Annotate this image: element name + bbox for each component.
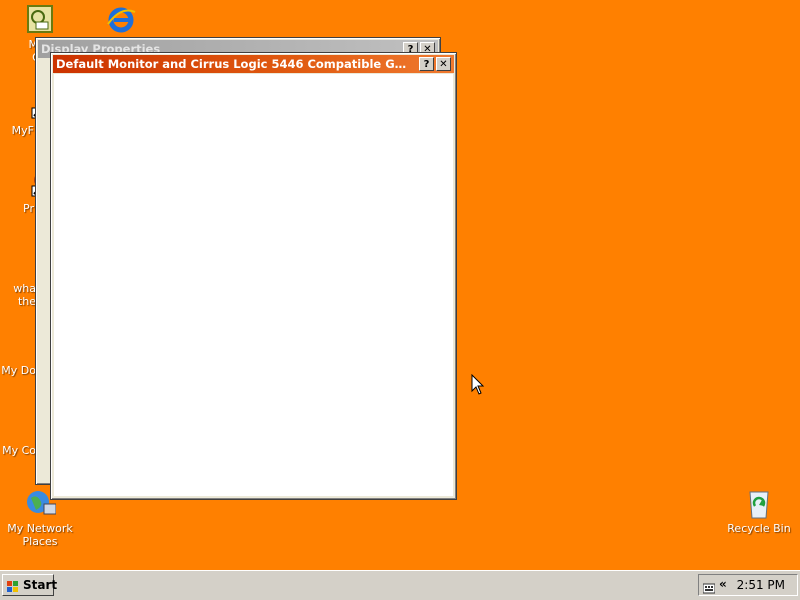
help-button[interactable]: ? (419, 57, 434, 71)
desktop-icon-label: Places (22, 535, 58, 548)
system-tray: « 2:51 PM (698, 574, 798, 596)
start-button[interactable]: Start (2, 574, 58, 596)
windows-logo-icon (7, 579, 19, 592)
window-content-area (54, 74, 453, 496)
title-bar[interactable]: Default Monitor and Cirrus Logic 5446 Co… (53, 55, 454, 73)
start-label: Start (23, 578, 58, 592)
desktop-icon-label: Recycle Bin (727, 522, 791, 535)
desktop-icon-recycle-bin[interactable]: Recycle Bin (721, 488, 797, 535)
mouse-pointer-icon (471, 373, 485, 400)
outlook-icon (24, 4, 56, 36)
close-button[interactable]: ✕ (436, 57, 451, 71)
clock[interactable]: 2:51 PM (737, 578, 785, 592)
desktop-icon-internet-explorer[interactable] (83, 4, 159, 38)
internet-explorer-icon (105, 4, 137, 36)
desktop-icon-label: My Network (7, 522, 73, 535)
show-hidden-icons-button[interactable]: « (719, 577, 727, 591)
keyboard-icon[interactable] (702, 579, 716, 594)
recycle-bin-icon (743, 488, 775, 520)
adapter-properties-window[interactable]: Default Monitor and Cirrus Logic 5446 Co… (50, 52, 457, 500)
taskbar: Start « 2:51 PM (0, 570, 800, 600)
window-title: Default Monitor and Cirrus Logic 5446 Co… (56, 57, 454, 71)
